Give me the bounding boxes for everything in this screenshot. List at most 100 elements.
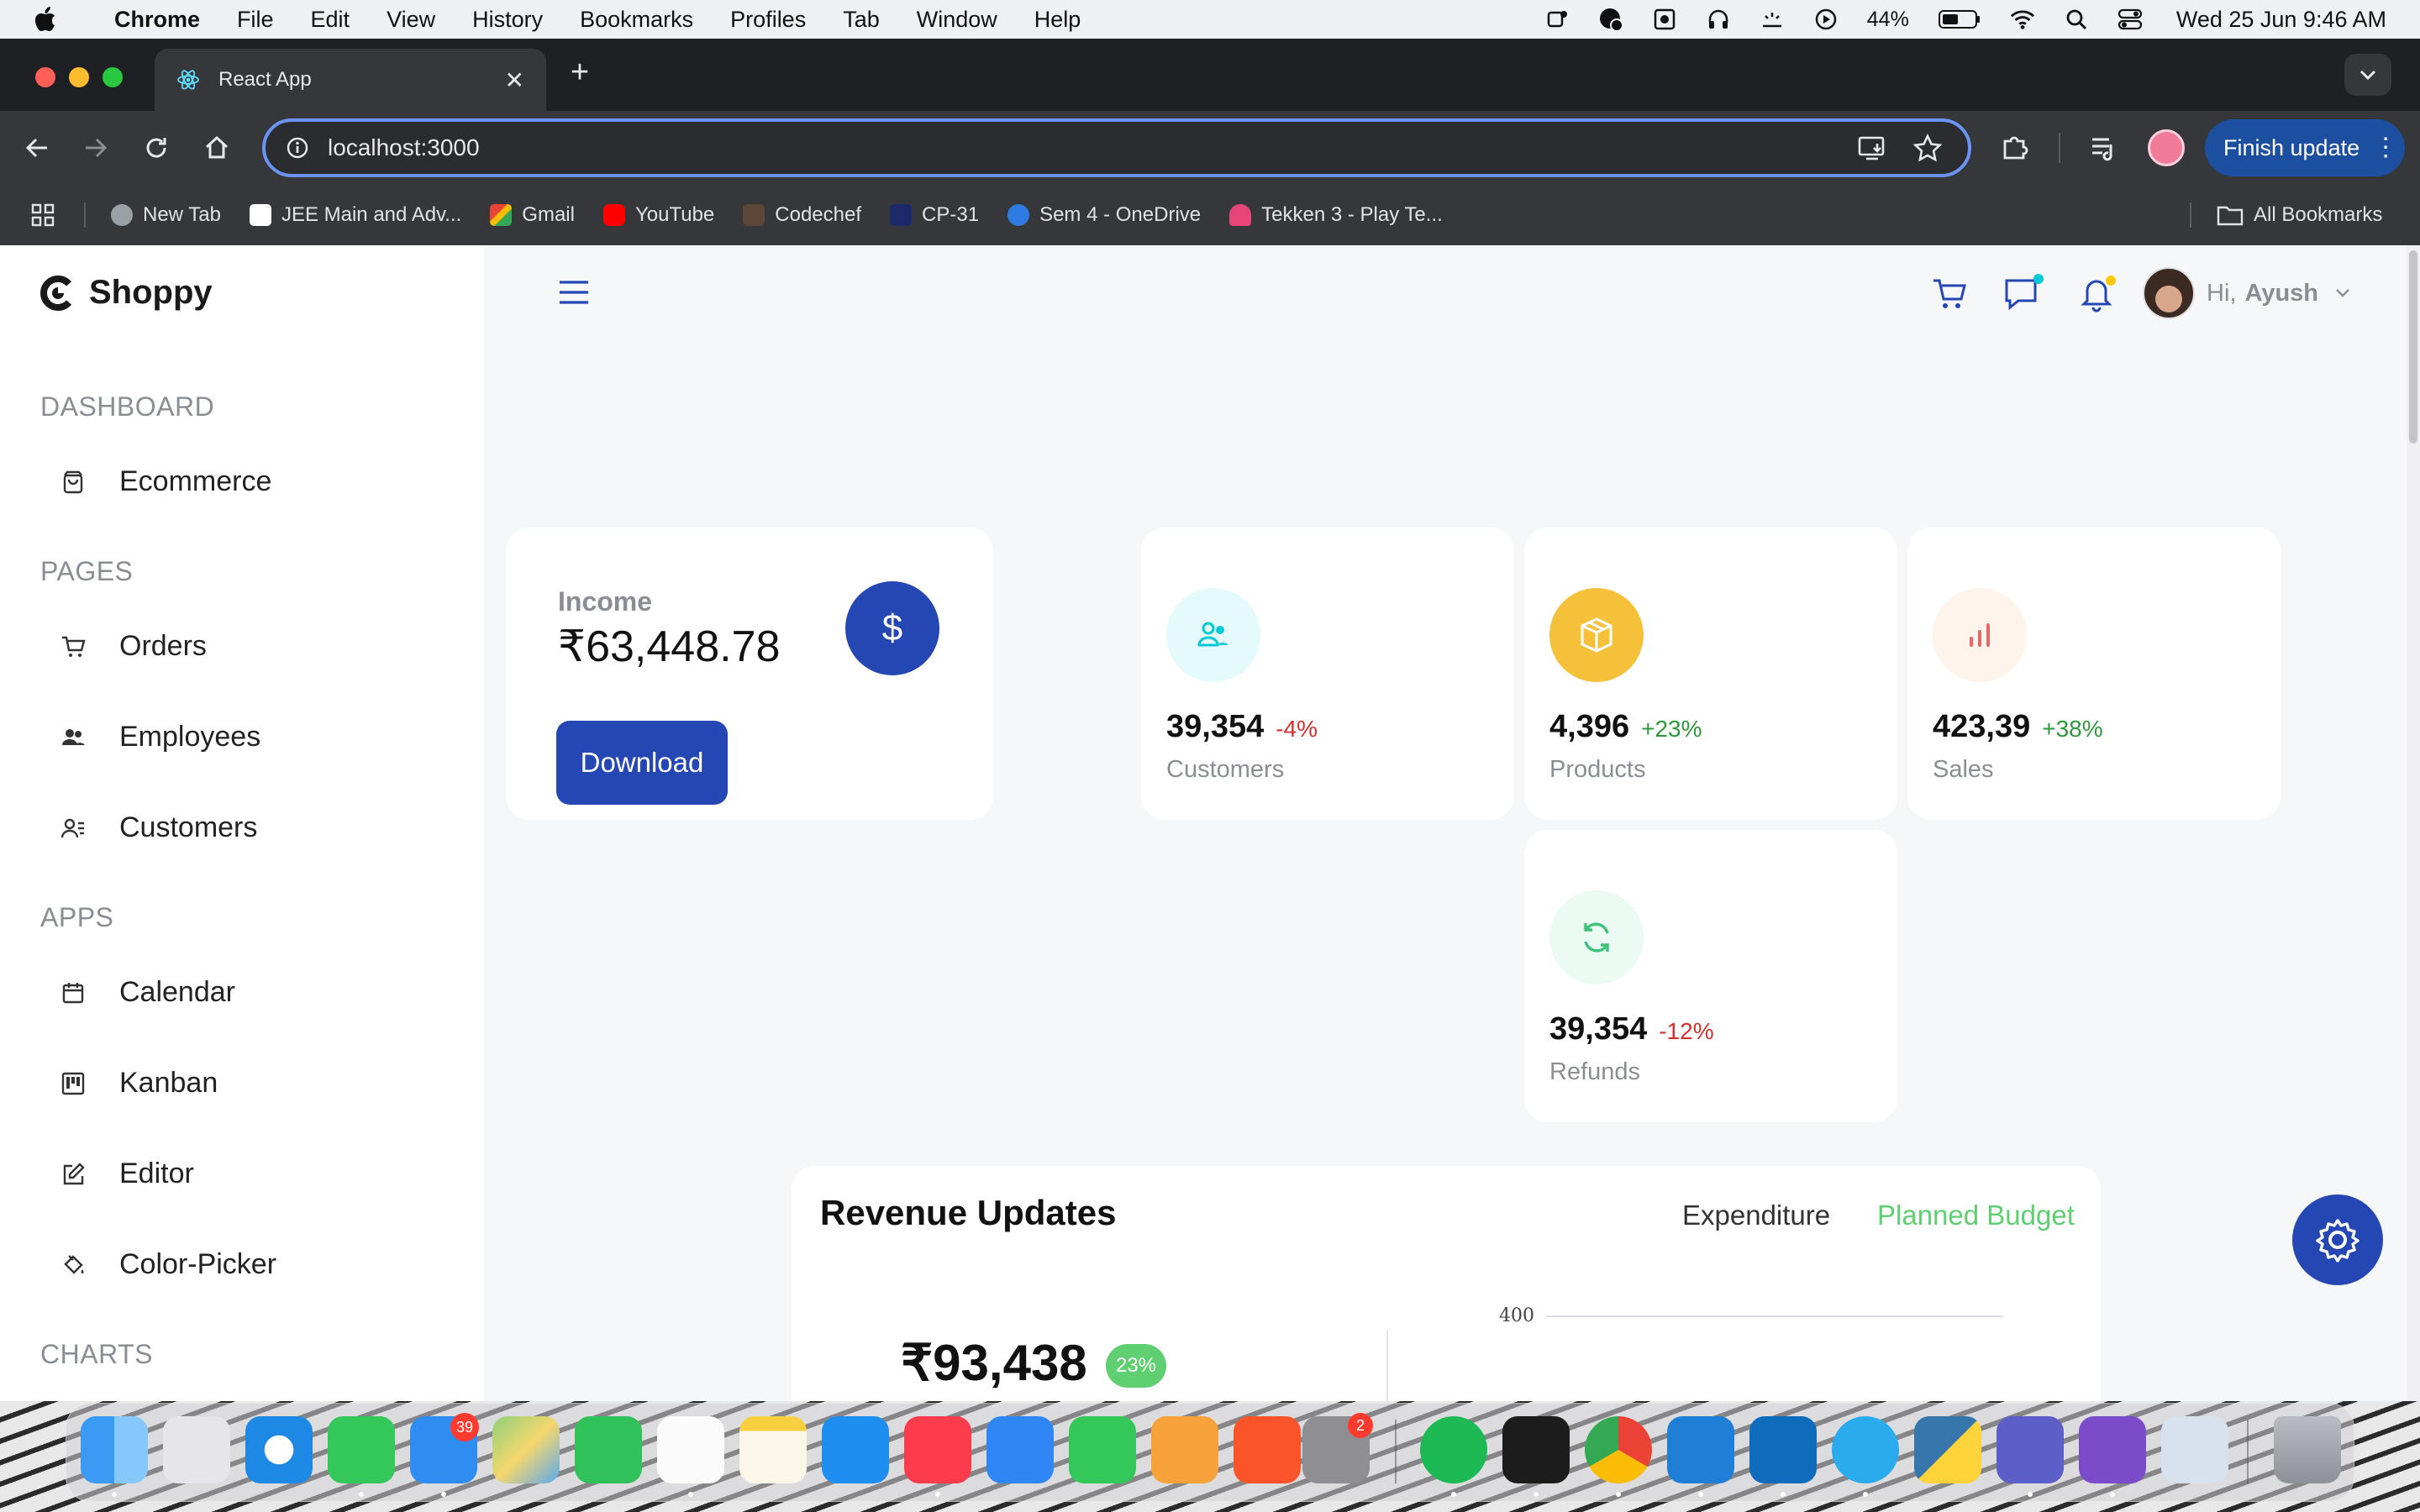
sidebar-item-employees[interactable]: Employees	[59, 721, 260, 753]
teams-icon[interactable]	[1996, 1416, 2064, 1483]
finder-icon[interactable]	[81, 1416, 148, 1483]
brave-icon[interactable]	[1234, 1416, 1301, 1483]
bookmark-tekken[interactable]: Tekken 3 - Play Te...	[1229, 203, 1443, 227]
media-controls-icon[interactable]	[2089, 133, 2119, 167]
url-text[interactable]: localhost:3000	[328, 134, 1857, 161]
bookmark-youtube[interactable]: YouTube	[602, 203, 714, 227]
menu-bookmarks[interactable]: Bookmarks	[580, 7, 693, 33]
sidebar-item-customers[interactable]: Customers	[59, 811, 257, 844]
spotify-icon[interactable]	[1420, 1416, 1487, 1483]
menu-window[interactable]: Window	[917, 7, 997, 33]
legend-planned-budget[interactable]: Planned Budget	[1877, 1200, 2075, 1231]
brand-logo[interactable]: Shoppy	[40, 274, 213, 312]
chrome-icon[interactable]	[1585, 1416, 1652, 1483]
finish-update-button[interactable]: Finish update ⋮	[2205, 119, 2405, 176]
pages-icon[interactable]	[1151, 1416, 1218, 1483]
menu-profiles[interactable]: Profiles	[730, 7, 806, 33]
battery-icon[interactable]	[1938, 7, 1981, 32]
outlook-status-icon[interactable]	[1652, 7, 1677, 32]
play-icon[interactable]	[1813, 7, 1839, 32]
menu-tab[interactable]: Tab	[843, 7, 880, 33]
notification-bell-icon[interactable]	[2079, 274, 2116, 317]
bookmark-star-icon[interactable]	[1912, 133, 1943, 163]
teams-status-icon[interactable]	[1544, 7, 1570, 32]
keynote-icon[interactable]	[986, 1416, 1054, 1483]
freeform-icon[interactable]	[657, 1416, 724, 1483]
vscode-icon[interactable]	[1667, 1416, 1734, 1483]
telegram-icon[interactable]	[1832, 1416, 1899, 1483]
hamburger-menu-icon[interactable]	[558, 279, 590, 310]
cart-nav-icon[interactable]	[1931, 276, 1968, 317]
spotlight-search-icon[interactable]	[2064, 7, 2089, 32]
menu-edit[interactable]: Edit	[311, 7, 350, 33]
dollar-icon[interactable]: $	[845, 581, 939, 675]
menu-clock[interactable]: Wed 25 Jun 9:46 AM	[2176, 7, 2386, 33]
numbers-icon[interactable]	[1069, 1416, 1136, 1483]
music-icon[interactable]	[904, 1416, 971, 1483]
extensions-icon[interactable]	[1998, 131, 2030, 167]
trash-icon[interactable]	[2274, 1416, 2341, 1483]
legend-expenditure[interactable]: Expenditure	[1682, 1200, 1830, 1231]
messages-icon[interactable]	[328, 1416, 395, 1483]
sidebar-item-orders[interactable]: Orders	[59, 630, 207, 663]
headphones-icon[interactable]	[1706, 7, 1731, 32]
forward-button[interactable]	[81, 133, 111, 167]
box-icon[interactable]	[1549, 588, 1644, 682]
whatsapp-status-icon[interactable]	[1598, 7, 1623, 32]
bookmark-jee[interactable]: JEE Main and Adv...	[249, 203, 461, 227]
wifi-icon[interactable]	[2010, 7, 2035, 32]
window-close-button[interactable]	[35, 67, 55, 87]
menu-app-name[interactable]: Chrome	[114, 7, 200, 33]
terminal-icon[interactable]	[1502, 1416, 1570, 1483]
app-store-icon[interactable]	[822, 1416, 889, 1483]
maps-icon[interactable]	[492, 1416, 560, 1483]
refresh-icon[interactable]	[1549, 890, 1644, 984]
all-bookmarks-button[interactable]: All Bookmarks	[2217, 203, 2382, 227]
bookmark-onedrive[interactable]: Sem 4 - OneDrive	[1007, 203, 1201, 227]
page-scrollbar[interactable]	[2407, 245, 2420, 1401]
back-button[interactable]	[22, 133, 52, 167]
sidebar-item-ecommerce[interactable]: Ecommerce	[59, 465, 271, 498]
safari-icon[interactable]	[245, 1416, 313, 1483]
scrollbar-thumb[interactable]	[2409, 250, 2417, 444]
apps-grid-icon[interactable]	[30, 202, 55, 228]
window-zoom-button[interactable]	[103, 67, 123, 87]
tab-search-button[interactable]	[2344, 54, 2391, 96]
menu-help[interactable]: Help	[1034, 7, 1081, 33]
apple-icon[interactable]	[34, 5, 59, 34]
github-desktop-icon[interactable]	[2079, 1416, 2146, 1483]
sidebar-item-kanban[interactable]: Kanban	[59, 1067, 218, 1100]
bookmark-cp31[interactable]: CP-31	[890, 203, 979, 227]
notes-icon[interactable]	[739, 1416, 807, 1483]
menu-view[interactable]: View	[387, 7, 435, 33]
bookmark-codechef[interactable]: Codechef	[743, 203, 861, 227]
window-minimize-button[interactable]	[69, 67, 89, 87]
kebab-menu-icon[interactable]: ⋮	[2373, 135, 2398, 160]
home-button[interactable]	[202, 133, 232, 167]
facetime-icon[interactable]	[575, 1416, 642, 1483]
bookmark-gmail[interactable]: Gmail	[490, 203, 575, 227]
sidebar-item-calendar[interactable]: Calendar	[59, 976, 235, 1009]
sidebar-item-editor[interactable]: Editor	[59, 1158, 194, 1190]
download-button[interactable]: Download	[556, 721, 728, 805]
outlook-icon[interactable]	[1749, 1416, 1817, 1483]
sidebar-item-color-picker[interactable]: Color-Picker	[59, 1248, 276, 1281]
user-profile-menu[interactable]: Hi, Ayush	[2143, 267, 2350, 319]
menu-file[interactable]: File	[237, 7, 274, 33]
site-info-icon[interactable]	[286, 136, 309, 160]
control-center-icon[interactable]	[2118, 7, 2143, 32]
install-app-icon[interactable]	[1857, 133, 1887, 163]
quicktime-icon[interactable]	[2161, 1416, 2228, 1483]
new-tab-button[interactable]: +	[563, 55, 597, 89]
python-icon[interactable]	[1914, 1416, 1981, 1483]
address-bar[interactable]: localhost:3000	[262, 118, 1971, 177]
profile-avatar-icon[interactable]	[2148, 129, 2185, 166]
bar-chart-icon[interactable]	[1933, 588, 2027, 682]
settings-fab[interactable]	[2292, 1194, 2383, 1285]
menu-history[interactable]: History	[472, 7, 543, 33]
launchpad-icon[interactable]	[163, 1416, 230, 1483]
bookmark-new-tab[interactable]: New Tab	[111, 203, 221, 227]
customers-icon[interactable]	[1166, 588, 1260, 682]
browser-tab-active[interactable]: React App ✕	[155, 49, 546, 111]
brightness-icon[interactable]	[1760, 7, 1785, 32]
